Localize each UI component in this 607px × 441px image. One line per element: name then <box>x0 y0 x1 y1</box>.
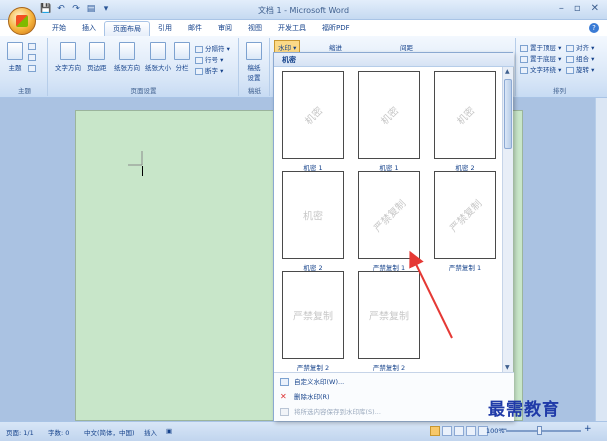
window-controls: – ▫ ✕ <box>559 3 599 14</box>
thumbnail-caption: 严禁复制 2 <box>296 364 330 372</box>
tab-4[interactable]: 邮件 <box>180 21 210 36</box>
gallery-grid: 机密 机密 1 机密 机密 1 机密 机密 2 机密 机密 2 严禁复制 严禁复制 1 严禁复制 严禁… <box>274 67 502 372</box>
scroll-up-icon[interactable]: ▲ <box>505 68 510 75</box>
zoom-in-button[interactable]: + <box>584 424 592 434</box>
watermark-preview-text: 机密 <box>303 105 326 128</box>
watermark-thumbnail[interactable]: 机密 <box>282 71 344 159</box>
watermark-thumbnail[interactable]: 严禁复制 <box>434 171 496 259</box>
breaks-button[interactable]: 分隔符 ▾ <box>195 43 230 53</box>
theme-group: 主题 主题 <box>2 38 48 96</box>
watermark-gallery: 机密 机密 机密 1 机密 机密 1 机密 机密 2 机密 机密 2 严禁复制 严禁复制 1 严禁复… <box>273 52 514 421</box>
watermark-thumbnail[interactable]: 严禁复制 <box>282 271 344 359</box>
macro-record-icon[interactable]: ▣ <box>166 427 172 435</box>
help-icon[interactable]: ? <box>589 23 599 33</box>
watermark-preview-text: 严禁复制 <box>448 198 485 235</box>
window-title: 文档 1 - Microsoft Word <box>257 6 350 15</box>
remove-watermark-icon: ✕ <box>280 392 287 401</box>
save-to-gallery-item[interactable]: 将所选内容保存到水印库(S)... <box>278 405 510 419</box>
brand-watermark: 最需教育 <box>488 400 560 420</box>
tab-0[interactable]: 开始 <box>44 21 74 36</box>
language-status[interactable]: 中文(简体，中国) <box>84 427 135 437</box>
theme-icon <box>7 42 23 60</box>
print-layout-view-button[interactable] <box>430 426 440 436</box>
tab-8[interactable]: 福昕PDF <box>314 21 358 36</box>
columns-button[interactable]: 分栏 <box>174 42 190 72</box>
tab-5[interactable]: 审阅 <box>210 21 240 36</box>
watermark-thumbnail[interactable]: 机密 <box>358 71 420 159</box>
tab-7[interactable]: 开发工具 <box>270 21 314 36</box>
outline-view-button[interactable] <box>466 426 476 436</box>
watermark-preview-text: 机密 <box>303 211 323 223</box>
gallery-menu: 自定义水印(W)... ✕ 删除水印(R) 将所选内容保存到水印库(S)... <box>274 372 514 421</box>
line-numbers-button[interactable]: 行号 ▾ <box>195 54 223 64</box>
tab-2[interactable]: 页面布局 <box>104 21 150 36</box>
gallery-scroll-thumb[interactable] <box>504 79 512 149</box>
view-buttons <box>430 426 488 436</box>
close-icon[interactable]: ✕ <box>591 3 599 14</box>
theme-fonts-button[interactable] <box>28 53 38 61</box>
custom-watermark-item[interactable]: 自定义水印(W)... <box>278 375 510 389</box>
group-button[interactable]: 组合 ▾ <box>566 53 594 63</box>
draft-settings-button[interactable]: 稿纸 设置 <box>246 42 262 82</box>
size-button[interactable]: 纸张大小 <box>145 42 171 72</box>
zoom-slider[interactable] <box>506 430 581 432</box>
watermark-thumbnail[interactable]: 机密 <box>282 171 344 259</box>
send-back-button[interactable]: 置于底层 ▾ <box>520 53 561 63</box>
insert-mode[interactable]: 插入 <box>144 427 157 437</box>
orientation-button[interactable]: 纸张方向 <box>114 42 140 72</box>
indent-label: 缩进 <box>329 44 342 52</box>
thumbnail-caption: 严禁复制 2 <box>372 364 406 372</box>
tab-6[interactable]: 视图 <box>240 21 270 36</box>
tab-3[interactable]: 引用 <box>150 21 180 36</box>
watermark-preview-text: 机密 <box>455 105 478 128</box>
ribbon-tabs: 开始 插入 页面布局 引用 邮件 审阅 视图 开发工具 福昕PDF <box>44 21 358 36</box>
zoom-slider-thumb[interactable] <box>537 426 542 435</box>
web-view-button[interactable] <box>454 426 464 436</box>
minimize-icon[interactable]: – <box>559 3 564 14</box>
gallery-scrollbar[interactable]: ▲ ▼ <box>502 67 513 372</box>
watermark-preview-text: 严禁复制 <box>372 198 409 235</box>
theme-effects-button[interactable] <box>28 64 38 72</box>
page-count[interactable]: 页面: 1/1 <box>6 427 34 437</box>
document-scrollbar[interactable] <box>595 98 607 421</box>
gallery-header: 机密 <box>274 53 514 67</box>
office-button[interactable] <box>8 7 36 35</box>
office-logo-icon <box>16 15 28 27</box>
word-count[interactable]: 字数: 0 <box>48 427 69 437</box>
crop-mark <box>128 151 143 166</box>
watermark-preview-text: 严禁复制 <box>293 311 333 323</box>
bring-front-button[interactable]: 置于顶层 ▾ <box>520 42 561 52</box>
maximize-icon[interactable]: ▫ <box>574 3 581 14</box>
reading-view-button[interactable] <box>442 426 452 436</box>
draft-group: 稿纸 设置 稿纸 <box>240 38 270 96</box>
text-cursor <box>142 166 143 176</box>
scroll-down-icon[interactable]: ▼ <box>505 364 510 371</box>
rotate-button[interactable]: 旋转 ▾ <box>566 64 594 74</box>
watermark-thumbnail[interactable]: 严禁复制 <box>358 271 420 359</box>
watermark-thumbnail[interactable]: 严禁复制 <box>358 171 420 259</box>
hyphenation-button[interactable]: 断字 ▾ <box>195 65 223 75</box>
tab-1[interactable]: 插入 <box>74 21 104 36</box>
theme-button[interactable]: 主题 <box>7 42 23 72</box>
margins-button[interactable]: 页边距 <box>87 42 107 72</box>
save-selection-icon <box>280 408 289 416</box>
arrange-group: 置于顶层 ▾ 置于底层 ▾ 文字环绕 ▾ 对齐 ▾ 组合 ▾ 旋转 ▾ 排列 <box>515 38 603 96</box>
text-direction-button[interactable]: 文字方向 <box>55 42 81 72</box>
align-button[interactable]: 对齐 ▾ <box>566 42 594 52</box>
title-bar: 💾 ↶ ↷ ▤ ▾ 文档 1 - Microsoft Word – ▫ ✕ <box>0 0 607 20</box>
remove-watermark-item[interactable]: ✕ 删除水印(R) <box>278 390 510 404</box>
thumbnail-caption: 严禁复制 1 <box>448 264 482 272</box>
custom-watermark-icon <box>280 378 289 386</box>
page-setup-group: 文字方向 页边距 纸张方向 纸张大小 分栏 分隔符 ▾ 行号 ▾ 断字 ▾ 页面… <box>49 38 239 96</box>
watermark-thumbnail[interactable]: 机密 <box>434 71 496 159</box>
watermark-preview-text: 严禁复制 <box>369 311 409 323</box>
spacing-label: 间距 <box>400 44 413 52</box>
theme-colors-button[interactable] <box>28 42 38 50</box>
watermark-preview-text: 机密 <box>379 105 402 128</box>
text-wrap-button[interactable]: 文字环绕 ▾ <box>520 64 561 74</box>
